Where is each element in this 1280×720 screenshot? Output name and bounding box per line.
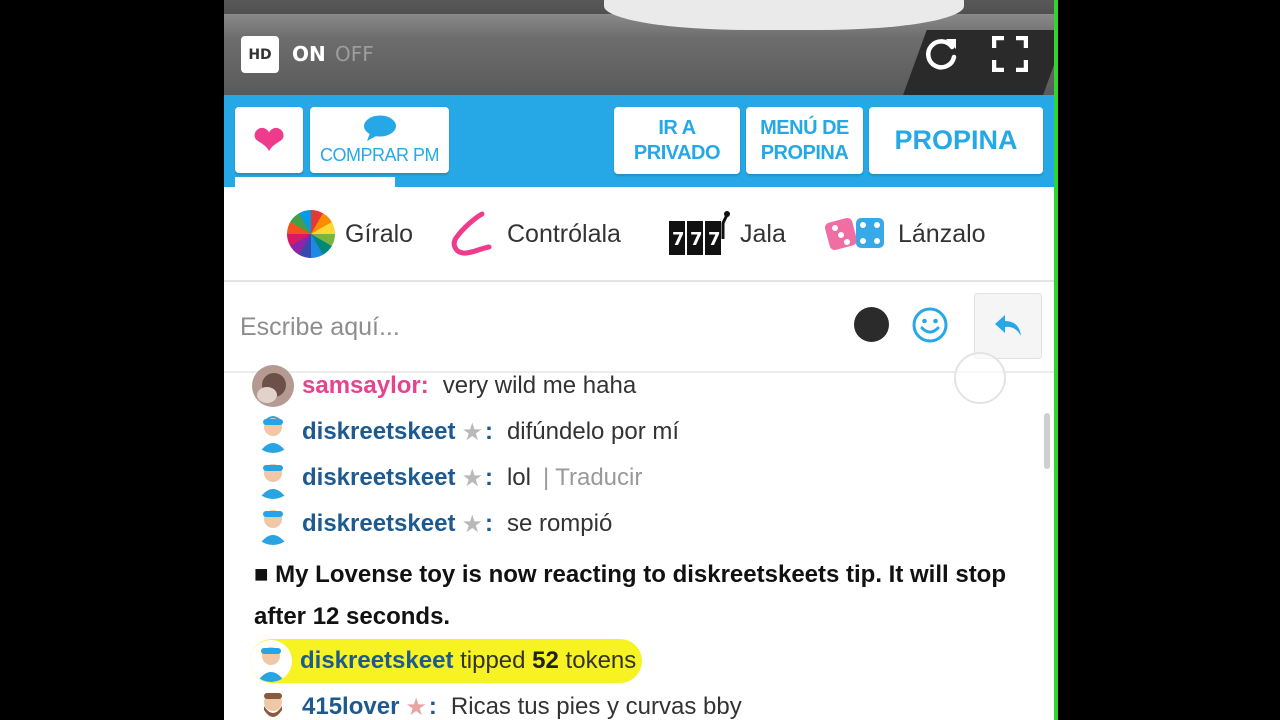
- tip-menu-label-line2: PROPINA: [760, 141, 849, 164]
- username[interactable]: diskreetskeet: [300, 647, 453, 675]
- go-private-label-line2: PRIVADO: [633, 141, 721, 164]
- translate-label: Traducir: [555, 464, 643, 491]
- svg-text:7: 7: [690, 229, 703, 250]
- chat-input[interactable]: [238, 301, 842, 353]
- fullscreen-icon[interactable]: [992, 36, 1028, 72]
- chat-message: diskreetskeet ★: lol | Traducir: [252, 457, 642, 499]
- games-bar: Gíralo Contrólala 7 7 7 Jala Lánzalo: [224, 187, 1054, 282]
- username[interactable]: 415lover: [302, 693, 399, 720]
- game-spin-wheel[interactable]: Gíralo: [287, 209, 413, 259]
- touch-indicator: [954, 352, 1006, 404]
- video-frame: [604, 0, 964, 30]
- pm-tab-indicator: [235, 177, 395, 187]
- hd-on-toggle[interactable]: ON: [292, 42, 326, 66]
- message-text: very wild me haha: [442, 372, 637, 399]
- username[interactable]: diskreetskeet: [302, 464, 455, 492]
- dice-icon: [824, 217, 884, 251]
- game-dice[interactable]: Lánzalo: [824, 209, 986, 259]
- avatar: [250, 640, 292, 682]
- message-text: Ricas tus pies y curvas bby: [450, 693, 742, 720]
- hd-off-toggle[interactable]: OFF: [335, 42, 374, 66]
- buy-pm-label: COMPRAR PM: [319, 144, 440, 165]
- buy-pm-button[interactable]: COMPRAR PM: [310, 107, 449, 173]
- star-icon: ★: [461, 418, 483, 446]
- go-private-button[interactable]: IR A PRIVADO: [614, 107, 740, 174]
- message-text: se rompió: [506, 510, 613, 537]
- tip-unit: tokens: [565, 647, 637, 674]
- action-bar: ❤ COMPRAR PM IR A PRIVADO MENÚ DE PROPIN…: [224, 95, 1054, 187]
- svg-text:7: 7: [708, 229, 721, 250]
- tip-notification: diskreetskeet tipped 52 tokens: [250, 639, 643, 683]
- slot-machine-icon: 7 7 7: [669, 211, 730, 255]
- system-message: ■ My Lovense toy is now reacting to disk…: [254, 561, 1007, 630]
- hd-badge-icon[interactable]: HD: [241, 36, 279, 73]
- game-label: Contrólala: [507, 219, 621, 248]
- username[interactable]: samsaylor: [302, 372, 421, 400]
- tip-label: PROPINA: [894, 125, 1018, 155]
- favorite-button[interactable]: ❤: [235, 107, 303, 173]
- record-dot-icon[interactable]: [854, 307, 889, 342]
- game-label: Gíralo: [345, 219, 414, 248]
- chat-message: diskreetskeet ★: se rompió: [252, 503, 612, 545]
- chat-message: samsaylor: very wild me haha: [252, 365, 636, 407]
- avatar: [252, 503, 294, 545]
- chat-message: 415lover ★: Ricas tus pies y curvas bby: [252, 686, 742, 720]
- tip-button[interactable]: PROPINA: [869, 107, 1043, 174]
- username[interactable]: diskreetskeet: [302, 418, 455, 446]
- game-label: Jala: [740, 219, 786, 248]
- username-separator: :: [484, 464, 493, 491]
- reload-icon[interactable]: [922, 35, 960, 73]
- message-text: difúndelo por mí: [506, 418, 680, 445]
- username-separator: :: [428, 693, 437, 720]
- chat-input-row: [224, 283, 1054, 373]
- window-edge: [1054, 0, 1058, 720]
- star-icon: ★: [461, 464, 483, 492]
- tip-amount: 52: [532, 647, 559, 674]
- chat-bubble-icon: [363, 115, 396, 141]
- lovense-toy-icon: [451, 211, 492, 256]
- star-icon: ★: [461, 510, 483, 538]
- username-separator: :: [484, 418, 493, 445]
- game-label: Lánzalo: [898, 219, 986, 248]
- tip-text: tipped: [460, 647, 526, 674]
- avatar: [252, 457, 294, 499]
- translate-link[interactable]: | Traducir: [543, 464, 642, 492]
- go-private-label-line1: IR A: [658, 116, 696, 139]
- heart-icon: ❤: [253, 119, 285, 162]
- game-slot-machine[interactable]: 7 7 7 Jala: [668, 209, 786, 259]
- cam-room-app: HD ON OFF ❤ COMPRAR PM IR A PRIVADO MENÚ…: [224, 0, 1054, 720]
- chat-message: diskreetskeet ★: difúndelo por mí: [252, 411, 679, 453]
- divider: |: [542, 464, 550, 491]
- send-button[interactable]: [974, 293, 1042, 359]
- chat-scrollbar[interactable]: [1044, 413, 1050, 469]
- game-control-toy[interactable]: Contrólala: [449, 209, 621, 259]
- avatar: [252, 411, 294, 453]
- message-text: lol: [506, 464, 531, 491]
- star-icon: ★: [405, 693, 427, 720]
- avatar: [252, 365, 294, 407]
- tip-menu-label-line1: MENÚ DE: [760, 116, 849, 139]
- svg-text:7: 7: [672, 229, 685, 250]
- tip-menu-button[interactable]: MENÚ DE PROPINA: [746, 107, 863, 174]
- avatar: [252, 686, 294, 720]
- reply-arrow-icon: [995, 315, 1021, 336]
- color-wheel-icon: [287, 210, 335, 258]
- username-separator: :: [420, 372, 429, 399]
- chat-log[interactable]: samsaylor: very wild me haha diskreetske…: [224, 365, 1054, 720]
- video-player[interactable]: HD ON OFF: [224, 0, 1054, 95]
- username-separator: :: [484, 510, 493, 537]
- emoji-icon[interactable]: [912, 307, 948, 343]
- username[interactable]: diskreetskeet: [302, 510, 455, 538]
